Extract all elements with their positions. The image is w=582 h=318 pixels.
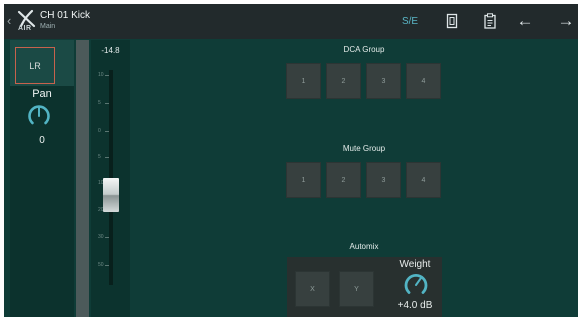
back-arrow-icon[interactable]: ← [516, 11, 534, 31]
top-bar: ‹ AIR CH 01 Kick Main S/E ← → [4, 4, 578, 39]
channel-left-panel: LR Pan 0 [10, 40, 74, 317]
copy-icon[interactable] [444, 11, 460, 31]
channel-title: CH 01 Kick [40, 10, 91, 21]
pan-value: 0 [39, 135, 45, 146]
fader-scale-tick [105, 157, 109, 158]
pan-label: Pan [32, 88, 52, 100]
mute-group-button[interactable]: 4 [406, 162, 441, 198]
fader-scale-label: 5 [98, 100, 101, 106]
dca-button[interactable]: 1 [286, 63, 321, 99]
automix-panel: X Y Weight +4.0 dB [287, 257, 442, 317]
mute-group-button[interactable]: 2 [326, 162, 361, 198]
fader-scale-label: 5 [98, 154, 101, 160]
fader-scale-label: 30 [98, 234, 104, 240]
dca-button[interactable]: 4 [406, 63, 441, 99]
dca-button[interactable]: 3 [366, 63, 401, 99]
fader-handle[interactable] [103, 178, 119, 212]
dca-group-title: DCA Group [343, 45, 385, 54]
automix-x-button[interactable]: X [295, 271, 330, 307]
weight-value: +4.0 dB [397, 300, 433, 311]
automix-y-button[interactable]: Y [339, 271, 374, 307]
weight-knob[interactable] [403, 272, 429, 298]
se-button[interactable]: S/E [397, 11, 423, 31]
app-window: ‹ AIR CH 01 Kick Main S/E ← → LR Pan 0 -… [4, 4, 578, 317]
fader-panel: -14.8 10 5 0 5 10 20 30 50 [91, 40, 130, 317]
back-chevron-icon[interactable]: ‹ [7, 13, 11, 28]
automix-title: Automix [349, 242, 379, 251]
dca-button[interactable]: 2 [326, 63, 361, 99]
fader-level-readout: -14.8 [101, 46, 120, 55]
logo-text: AIR [18, 25, 32, 32]
fader-scale-tick [105, 75, 109, 76]
paste-icon[interactable] [482, 11, 498, 31]
fader-scale-tick [105, 103, 109, 104]
fader-scale-label: 50 [98, 262, 104, 268]
bus-select-button[interactable]: LR [15, 47, 55, 84]
fader-scale-label: 10 [98, 72, 104, 78]
channel-subtitle: Main [40, 23, 56, 30]
fader-scale-tick [105, 237, 109, 238]
fader-scale-label: 0 [98, 128, 101, 134]
mute-group-button[interactable]: 3 [366, 162, 401, 198]
forward-arrow-icon[interactable]: → [557, 11, 575, 31]
pan-knob[interactable] [27, 104, 51, 128]
meter-strip [76, 40, 89, 317]
fader-scale-tick [105, 131, 109, 132]
pan-section: Pan 0 [10, 86, 74, 317]
weight-label: Weight [399, 259, 431, 270]
mute-group-title: Mute Group [342, 144, 386, 153]
mute-group-button[interactable]: 1 [286, 162, 321, 198]
fader-scale-tick [105, 265, 109, 266]
